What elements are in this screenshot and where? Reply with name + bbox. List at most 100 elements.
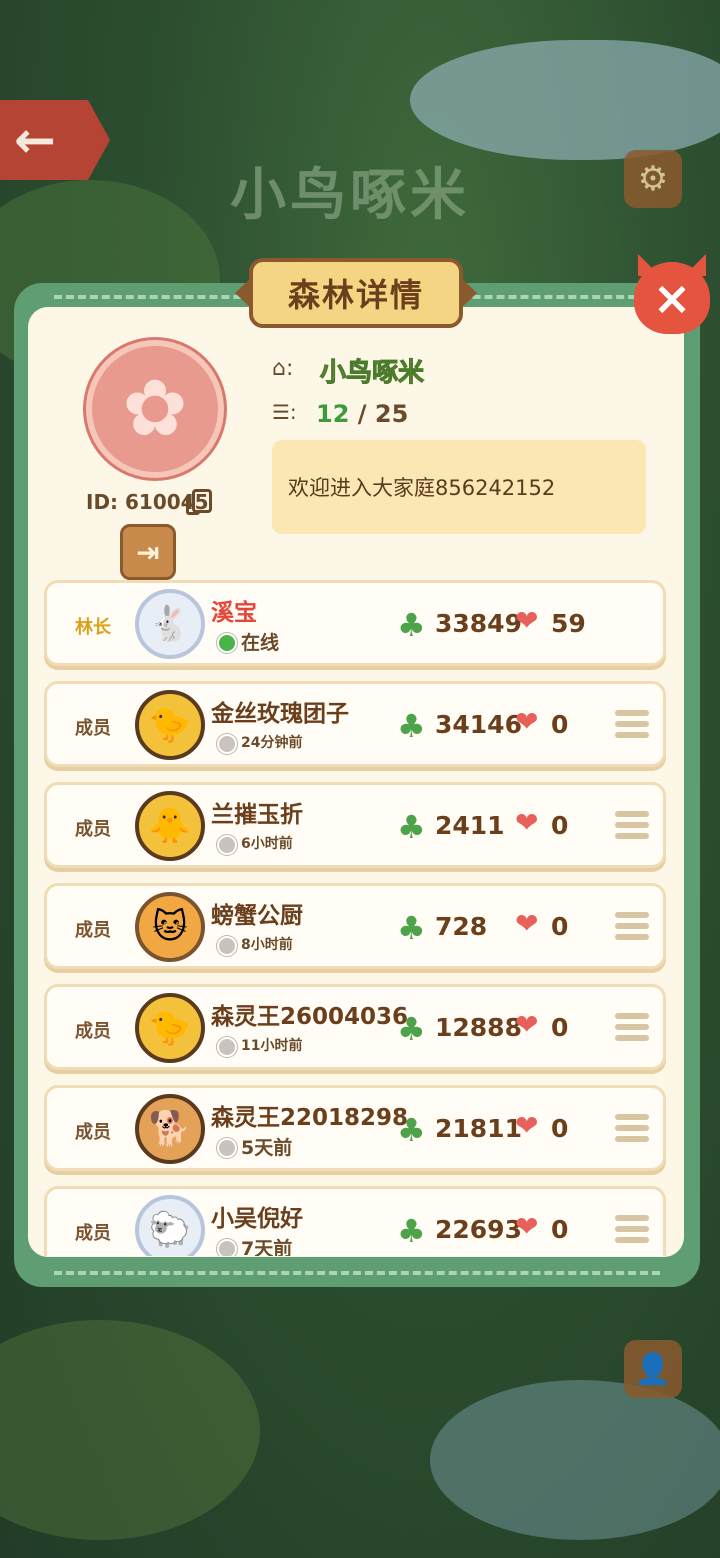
member-status: 7天前 (241, 1238, 293, 1256)
settings-gear-icon: ⚙ (637, 159, 669, 199)
profile-button[interactable]: 👤 (624, 1340, 682, 1398)
back-arrow-icon: ← (14, 111, 56, 169)
member-menu-icon[interactable] (615, 1215, 649, 1247)
member-gifts: 0 (551, 912, 569, 941)
clover-icon: ♣ (397, 1111, 426, 1149)
member-row[interactable]: 成员 🐤 金丝玫瑰团子 24分钟前 ♣ 34146 ❤ 0 (44, 681, 666, 767)
copy-icon[interactable] (186, 489, 212, 515)
member-status: 6小时前 (241, 836, 293, 852)
modal-title: 森林详情 (287, 276, 424, 314)
member-avatar[interactable]: 🐕 (135, 1094, 205, 1164)
member-status: 11小时前 (241, 1038, 303, 1054)
heart-letter-icon: ❤ (515, 604, 539, 637)
settings-button[interactable]: ⚙ (624, 150, 682, 208)
member-status: 8小时前 (241, 937, 293, 953)
member-count-max: 25 (374, 400, 409, 428)
member-avatar[interactable]: 🐤 (135, 993, 205, 1063)
member-name: 金丝玫瑰团子 (211, 701, 349, 727)
member-menu-icon[interactable] (615, 1114, 649, 1146)
exit-icon: ⇥ (136, 535, 160, 569)
member-name: 森灵王26004036 (211, 1004, 409, 1030)
member-role: 成员 (75, 718, 111, 739)
modal-title-plate: 森林详情 (249, 258, 463, 328)
clover-icon: ♣ (397, 1212, 426, 1250)
member-menu-icon[interactable] (615, 811, 649, 843)
heart-letter-icon: ❤ (515, 907, 539, 940)
close-button[interactable]: × (634, 262, 710, 334)
member-role: 林长 (75, 617, 111, 638)
member-score: 2411 (435, 811, 505, 840)
exit-family-button[interactable]: ⇥ (120, 524, 176, 580)
member-name: 小吴倪好 (211, 1206, 303, 1232)
member-score: 21811 (435, 1114, 522, 1143)
family-name: 小鸟啄米 (319, 358, 425, 389)
member-status: 在线 (241, 632, 280, 654)
member-name: 螃蟹公厨 (211, 903, 303, 929)
clover-icon: ♣ (397, 707, 426, 745)
member-score: 22693 (435, 1215, 522, 1244)
background-pond (430, 1380, 720, 1540)
member-score: 33849 (435, 609, 522, 638)
member-menu-icon[interactable] (615, 710, 649, 742)
member-name: 森灵王22018298 (211, 1105, 409, 1131)
family-notice: 欢迎进入大家庭856242152 (272, 440, 646, 534)
member-score: 728 (435, 912, 488, 941)
member-count-current: 12 (316, 400, 350, 428)
member-role: 成员 (75, 819, 111, 840)
member-score: 34146 (435, 710, 522, 739)
member-gifts: 59 (551, 609, 586, 638)
member-avatar[interactable]: 🐇 (135, 589, 205, 659)
offline-status-icon (217, 1037, 237, 1057)
member-name: 兰摧玉折 (211, 802, 303, 828)
member-count: 12 / 25 (316, 400, 408, 428)
online-status-icon (217, 633, 237, 653)
member-gifts: 0 (551, 1114, 569, 1143)
butterfly-emblem-icon: ✿ (122, 364, 188, 454)
member-menu-icon[interactable] (615, 1013, 649, 1045)
offline-status-icon (217, 835, 237, 855)
clover-icon: ♣ (397, 808, 426, 846)
family-avatar: ✿ (86, 340, 224, 478)
heart-letter-icon: ❤ (515, 1109, 539, 1142)
member-avatar[interactable]: 🐥 (135, 791, 205, 861)
member-gifts: 0 (551, 811, 569, 840)
member-gifts: 0 (551, 1013, 569, 1042)
home-icon: ⌂: (272, 356, 294, 381)
clover-icon: ♣ (397, 1010, 426, 1048)
member-row[interactable]: 成员 🐑 小吴倪好 7天前 ♣ 22693 ❤ 0 (44, 1186, 666, 1256)
modal-dashed-border (54, 1271, 660, 1275)
clover-icon: ♣ (397, 909, 426, 947)
member-list[interactable]: 林长 🐇 溪宝 在线 ♣ 33849 ❤ 59 成员 🐤 金丝玫瑰团子 24分钟… (44, 580, 666, 1256)
member-avatar[interactable]: 🐤 (135, 690, 205, 760)
member-gifts: 0 (551, 1215, 569, 1244)
heart-letter-icon: ❤ (515, 806, 539, 839)
background-grass (0, 1320, 260, 1540)
member-menu-icon[interactable] (615, 912, 649, 944)
member-role: 成员 (75, 1223, 111, 1244)
member-avatar[interactable]: 🐑 (135, 1195, 205, 1256)
member-role: 成员 (75, 920, 111, 941)
heart-letter-icon: ❤ (515, 1210, 539, 1243)
members-icon: ☰: (272, 400, 297, 424)
member-gifts: 0 (551, 710, 569, 739)
family-notice-text: 欢迎进入大家庭856242152 (288, 476, 556, 500)
member-role: 成员 (75, 1122, 111, 1143)
offline-status-icon (217, 1239, 237, 1256)
member-avatar[interactable]: 🐱 (135, 892, 205, 962)
background-lake (410, 40, 720, 160)
member-row[interactable]: 林长 🐇 溪宝 在线 ♣ 33849 ❤ 59 (44, 580, 666, 666)
close-icon: × (652, 271, 692, 325)
heart-letter-icon: ❤ (515, 1008, 539, 1041)
member-row[interactable]: 成员 🐱 螃蟹公厨 8小时前 ♣ 728 ❤ 0 (44, 883, 666, 969)
member-role: 成员 (75, 1021, 111, 1042)
member-row[interactable]: 成员 🐤 森灵王26004036 11小时前 ♣ 12888 ❤ 0 (44, 984, 666, 1070)
member-status: 5天前 (241, 1137, 293, 1159)
profile-icon: 👤 (634, 1351, 672, 1387)
member-row[interactable]: 成员 🐕 森灵王22018298 5天前 ♣ 21811 ❤ 0 (44, 1085, 666, 1171)
heart-letter-icon: ❤ (515, 705, 539, 738)
back-button[interactable]: ← (0, 100, 110, 180)
offline-status-icon (217, 1138, 237, 1158)
member-count-separator: / (349, 400, 375, 428)
member-row[interactable]: 成员 🐥 兰摧玉折 6小时前 ♣ 2411 ❤ 0 (44, 782, 666, 868)
member-name: 溪宝 (211, 600, 257, 626)
